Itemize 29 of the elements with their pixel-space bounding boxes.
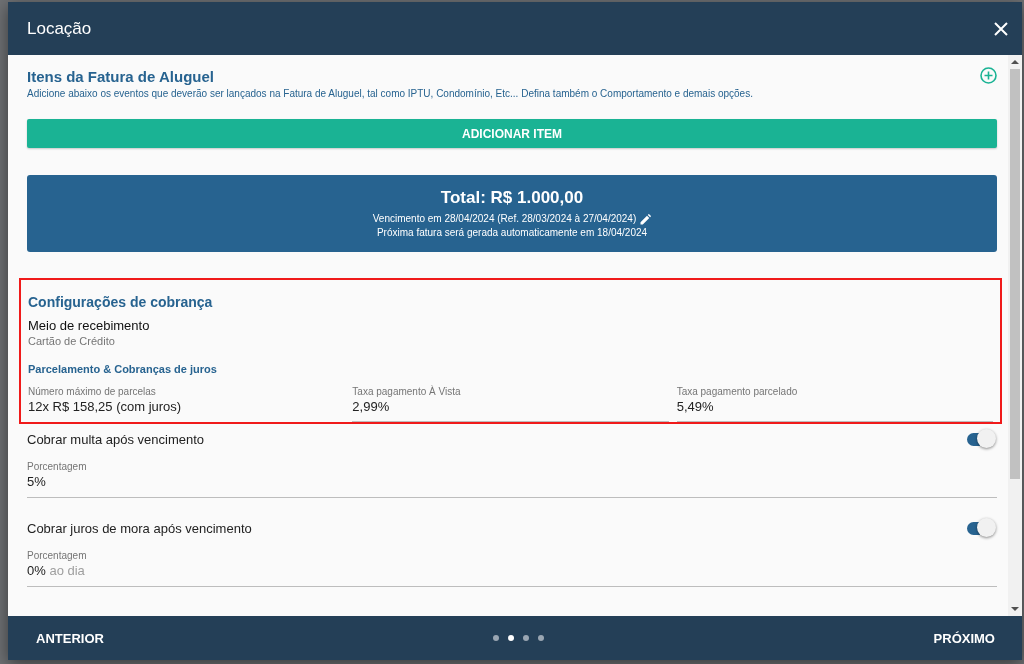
step-dot[interactable] [493,635,500,641]
step-dot[interactable] [508,635,515,641]
next-invoice-text: Próxima fatura será gerada automaticamente em 18/04/2024 [376,226,648,240]
toggle-switch[interactable] [967,428,997,450]
section-title: Itens da Fatura de Aluguel [27,67,215,87]
subsection-title: Parcelamento & Cobranças de juros [28,362,218,376]
add-circle-icon[interactable] [980,67,997,84]
input-field[interactable]: Taxa pagamento À Vista 2,99% [352,385,669,422]
option-label: Cobrar juros de mora após vencimento [27,520,252,536]
section-title: Configurações de cobrança [28,293,214,312]
option-label: Cobrar multa após vencimento [27,431,205,447]
input-field[interactable]: Número máximo de parcelas 12x R$ 158,25 (com juros) [28,385,345,422]
total-amount: Total: R$ 1.000,00 [440,187,584,209]
pencil-icon[interactable] [640,213,652,225]
scrollbar[interactable] [1008,55,1022,616]
toggle-switch[interactable] [967,517,997,539]
field-value: Cartão de Crédito [28,334,116,348]
step-dot[interactable] [523,635,530,641]
close-icon[interactable] [994,21,1008,36]
input-field[interactable]: Porcentagem 5% [27,460,997,497]
input-field[interactable]: Porcentagem 0% ao dia [27,549,997,586]
input-field[interactable]: Taxa pagamento parcelado 5,49% [676,385,993,422]
dialog-title: Locação [27,18,92,39]
next-button[interactable]: PRÓXIMO [925,624,1003,652]
step-dot[interactable] [538,635,545,641]
field-label: Meio de recebimento [28,318,151,334]
due-date-text: Vencimento em 28/04/2024 (Ref. 28/03/2024 à 27/04/2024) [372,212,637,226]
section-description: Adicione abaixo os eventos que deverão ser lançados na Fatura de Aluguel, tal como IPTU, Condomínio, Etc... Defina também o Comportamento e demais opções. [27,87,753,101]
back-button[interactable]: ANTERIOR [28,624,112,652]
